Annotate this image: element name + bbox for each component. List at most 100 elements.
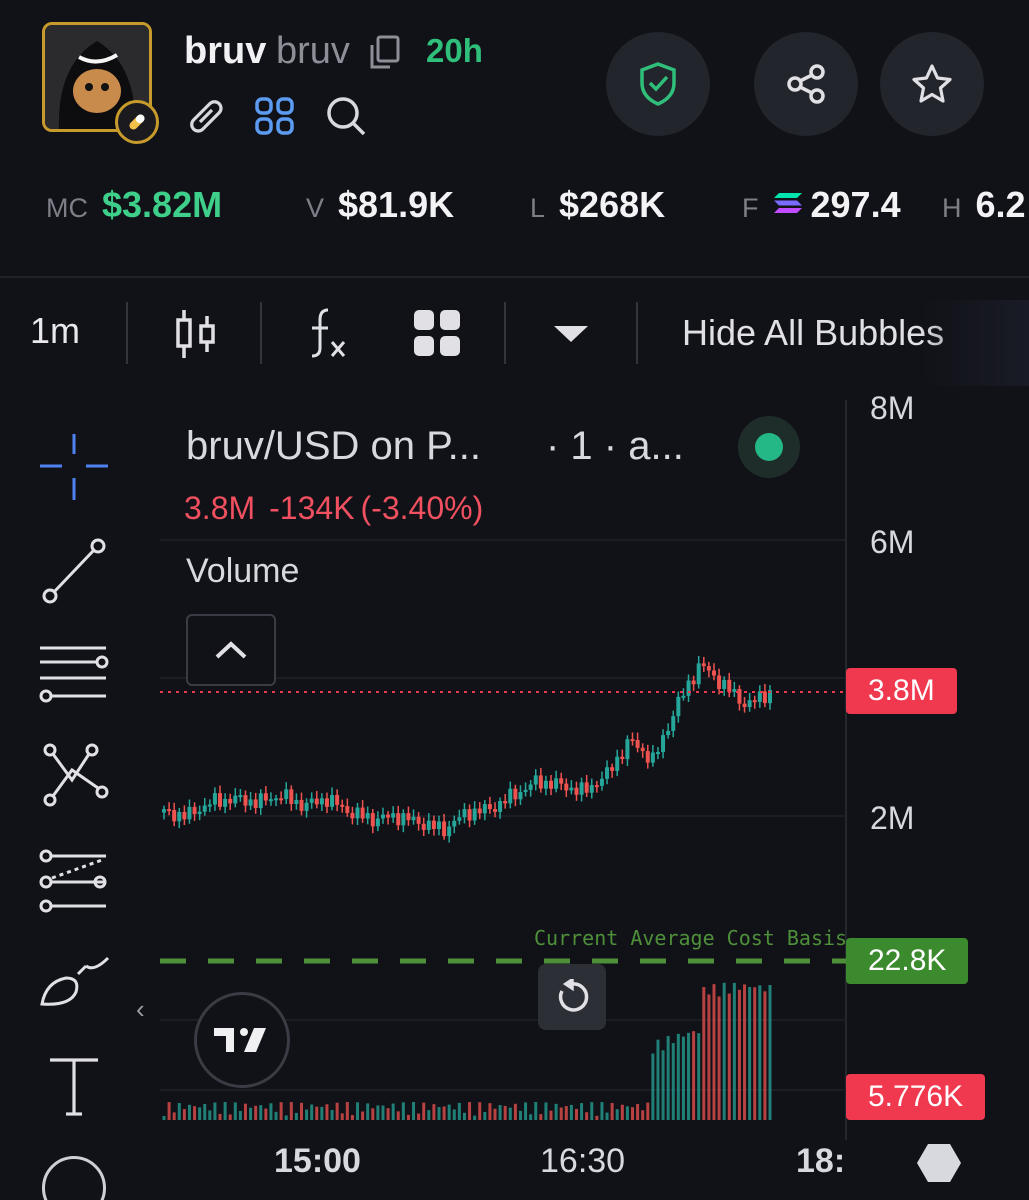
candle-body — [635, 739, 640, 748]
candle-body — [711, 670, 716, 676]
candle-body — [401, 813, 406, 826]
volume-bar — [549, 1110, 553, 1120]
volume-bar — [193, 1106, 197, 1120]
tradingview-logo-icon[interactable] — [194, 992, 290, 1088]
candle-body — [228, 798, 233, 804]
candle-body — [248, 799, 253, 806]
favorite-button[interactable] — [880, 32, 984, 136]
text-icon — [50, 1058, 98, 1116]
indicators-button[interactable] — [306, 306, 350, 360]
candle-body — [498, 801, 503, 812]
candle-body — [304, 802, 309, 811]
copy-icon[interactable] — [366, 33, 402, 71]
brush-tool[interactable] — [36, 952, 112, 1022]
volume-bar — [743, 984, 747, 1120]
volume-bar — [462, 1112, 466, 1120]
bundle-icon[interactable] — [254, 96, 296, 136]
volume-bar — [427, 1110, 431, 1120]
volume-bar — [284, 1115, 288, 1120]
volume-bar — [753, 987, 757, 1120]
x-axis-label: 15:00 — [274, 1142, 361, 1180]
trend-line-tool[interactable] — [36, 536, 112, 606]
volume-bar — [554, 1103, 558, 1120]
chevron-down-icon — [554, 326, 588, 342]
candle-body — [747, 700, 752, 708]
chart-settings-icon[interactable] — [916, 1142, 962, 1184]
link-icon[interactable] — [186, 96, 226, 136]
candle-type-button[interactable] — [172, 308, 220, 360]
collapse-legend-button[interactable] — [186, 614, 276, 686]
x-axis-label: 18: — [796, 1142, 846, 1180]
candle-body — [696, 663, 701, 685]
candle-body — [661, 735, 666, 753]
emoji-tool-icon[interactable] — [42, 1156, 106, 1200]
security-shield-button[interactable] — [606, 32, 710, 136]
reset-chart-button[interactable] — [538, 964, 606, 1030]
candle-body — [732, 689, 737, 692]
volume-bar — [294, 1112, 298, 1120]
volume-bar — [345, 1102, 349, 1120]
candle-body — [610, 767, 615, 771]
volume-bar — [666, 1036, 670, 1120]
volume-bar — [631, 1107, 635, 1120]
forecast-tool[interactable] — [36, 848, 112, 918]
candle-body — [319, 798, 324, 805]
toolbar-separator — [504, 302, 506, 364]
volume-bar — [361, 1111, 365, 1120]
candle-body — [279, 798, 284, 801]
x-axis-label: 16:30 — [540, 1142, 626, 1180]
candle-body — [284, 789, 289, 800]
candle-body — [508, 788, 513, 804]
layouts-button[interactable] — [412, 308, 462, 358]
candle-body — [584, 782, 589, 793]
pill-badge-icon — [115, 100, 159, 144]
candle-body — [436, 821, 441, 829]
chart-symbol-title[interactable]: bruv/USD on P... — [186, 424, 481, 469]
candle-body — [182, 811, 187, 820]
volume-bar — [508, 1107, 512, 1120]
volume-bar — [198, 1107, 202, 1120]
volume-bar — [279, 1102, 283, 1120]
interval-selector[interactable]: 1m — [30, 310, 80, 352]
volume-bar — [447, 1104, 451, 1120]
candle-body — [579, 782, 584, 795]
toolbar-separator — [636, 302, 638, 364]
volume-bar — [208, 1110, 212, 1120]
crosshair-tool[interactable] — [36, 432, 112, 502]
collapse-toolbar-icon[interactable]: ‹ — [136, 994, 145, 1025]
token-age: 20h — [426, 32, 483, 69]
volume-bar — [264, 1108, 268, 1120]
volume-bar — [213, 1102, 217, 1120]
volume-bar — [310, 1104, 314, 1120]
horizontal-lines-tool[interactable] — [36, 640, 112, 710]
candle-body — [605, 767, 610, 779]
share-button[interactable] — [754, 32, 858, 136]
volume-bar — [641, 1110, 645, 1120]
volume-bar — [228, 1114, 232, 1120]
volume-bar — [442, 1106, 446, 1120]
brush-icon — [40, 956, 110, 1006]
y-axis-label: 2M — [870, 800, 915, 836]
candle-body — [452, 820, 457, 827]
more-dropdown-button[interactable] — [552, 322, 590, 346]
candle-body — [691, 680, 696, 685]
chart-interval-label: · 1 · a... — [546, 424, 684, 468]
candle-body — [717, 675, 722, 690]
hide-all-bubbles-button[interactable]: Hide All Bubbles — [682, 312, 944, 354]
candle-body — [350, 812, 355, 819]
candle-body — [263, 793, 268, 801]
volume-bar — [162, 1116, 166, 1120]
layout-grid-icon — [414, 310, 460, 356]
candle-body — [686, 680, 691, 696]
pattern-tool[interactable] — [36, 740, 112, 810]
market-status-indicator[interactable] — [738, 416, 800, 478]
candle-body — [559, 778, 564, 784]
volume-bar — [330, 1109, 334, 1120]
volume-bar — [340, 1113, 344, 1120]
volume-bar — [620, 1104, 624, 1120]
volume-bar — [274, 1111, 278, 1120]
search-icon[interactable] — [324, 94, 368, 138]
candle-body — [202, 805, 207, 812]
text-tool[interactable] — [36, 1052, 112, 1122]
volume-bar — [187, 1104, 191, 1120]
